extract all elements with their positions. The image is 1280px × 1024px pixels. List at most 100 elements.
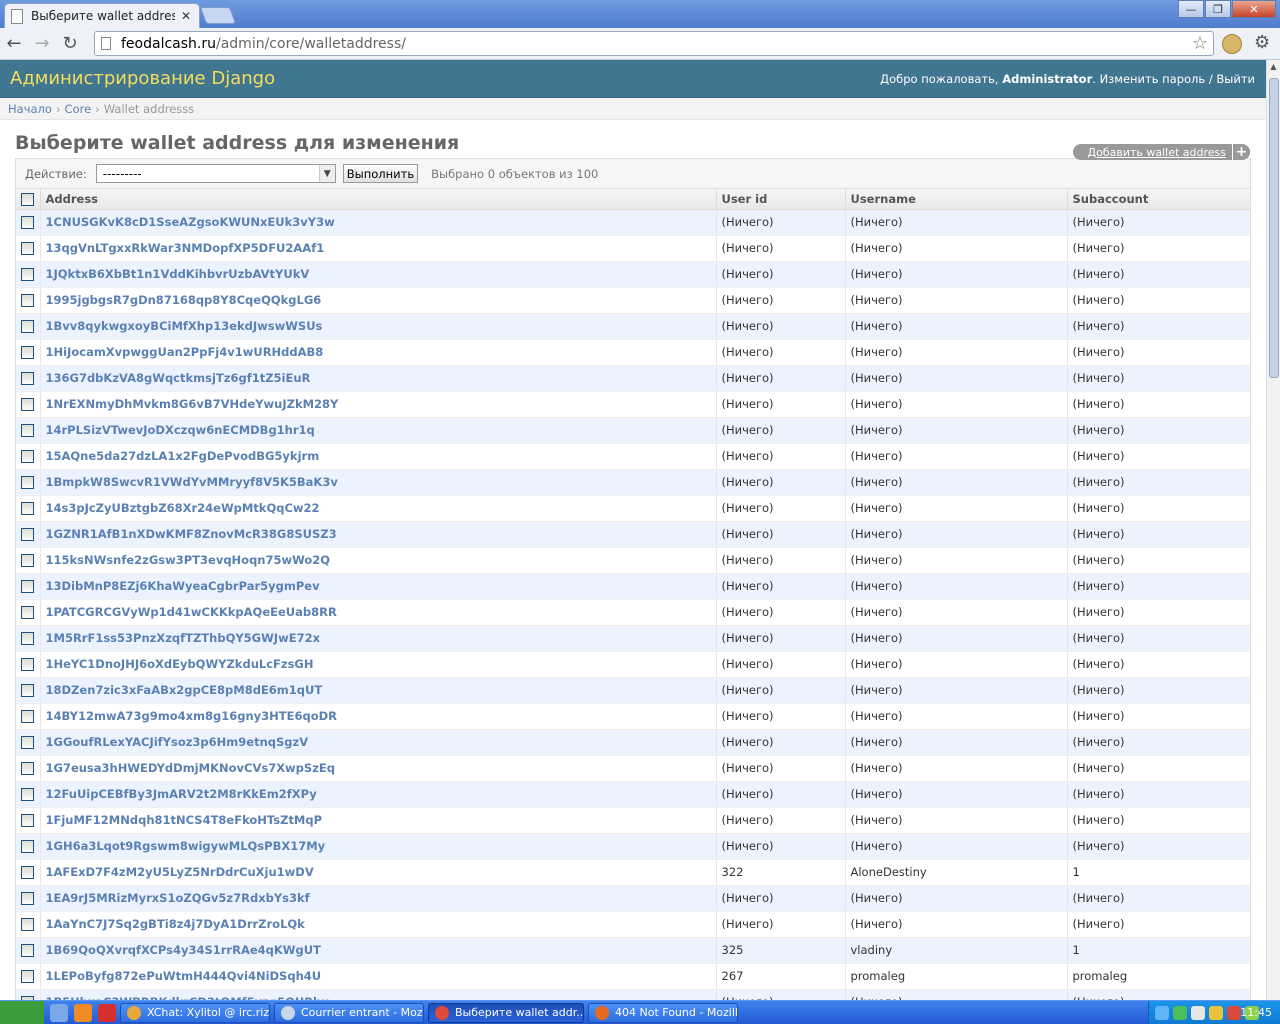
address-link[interactable]: 1BmpkW8SwcvR1VWdYvMMryyf8V5K5BaK3v	[46, 475, 338, 489]
action-select[interactable]: --------- ▼	[95, 164, 336, 183]
minimize-button[interactable]: —	[1178, 0, 1204, 18]
wrench-menu-icon[interactable]: ⚙	[1254, 32, 1270, 53]
address-link[interactable]: 1AaYnC7J7Sq2gBTi8z4j7DyA1DrrZroLQk	[46, 917, 305, 931]
close-red-icon[interactable]	[98, 1003, 116, 1022]
taskbar-item[interactable]: XChat: Xylitol @ irc.riz...	[120, 1002, 270, 1023]
row-checkbox[interactable]	[21, 372, 34, 385]
address-link[interactable]: 1Bvv8qykwgxoyBCiMfXhp13ekdJwswWSUs	[46, 319, 323, 333]
address-link[interactable]: 136G7dbKzVA8gWqctkmsjTz6gf1tZ5iEuR	[46, 371, 311, 385]
row-checkbox[interactable]	[21, 606, 34, 619]
row-checkbox[interactable]	[21, 528, 34, 541]
close-window-button[interactable]: ✕	[1232, 0, 1276, 18]
address-link[interactable]: 14rPLSizVTwevJoDXczqw6nECMDBg1hr1q	[46, 423, 315, 437]
address-link[interactable]: 14BY12mwA73g9mo4xm8g16gny3HTE6qoDR	[46, 709, 338, 723]
scroll-up-icon[interactable]: ▲	[1267, 60, 1280, 74]
start-button[interactable]	[0, 1000, 44, 1024]
row-checkbox[interactable]	[21, 268, 34, 281]
row-checkbox[interactable]	[21, 658, 34, 671]
row-checkbox[interactable]	[21, 476, 34, 489]
address-link[interactable]: 1G7eusa3hHWEDYdDmjMKNovCVs7XwpSzEq	[46, 761, 335, 775]
address-link[interactable]: 1EA9rJ5MRizMyrxS1oZQGv5z7RdxbYs3kf	[46, 891, 310, 905]
address-link[interactable]: 13qgVnLTgxxRkWar3NMDopfXP5DFU2AAf1	[46, 241, 325, 255]
row-checkbox[interactable]	[21, 762, 34, 775]
tray-icon[interactable]	[1209, 1006, 1223, 1020]
extension-icon[interactable]	[1222, 34, 1242, 54]
address-link[interactable]: 1M5RrF1ss53PnzXzqfTZThbQY5GWJwE72x	[46, 631, 320, 645]
tray-icon[interactable]	[1191, 1006, 1205, 1020]
row-checkbox[interactable]	[21, 580, 34, 593]
address-link[interactable]: 1FjuMF12MNdqh81tNCS4T8eFkoHTsZtMqP	[46, 813, 323, 827]
logout-link[interactable]: Выйти	[1216, 72, 1255, 86]
address-link[interactable]: 1JQktxB6XbBt1n1VddKihbvrUzbAVtYUkV	[46, 267, 310, 281]
tray-icon[interactable]	[1227, 1006, 1241, 1020]
address-link[interactable]: 1GZNR1AfB1nXDwKMF8ZnovMcR38G8SUSZ3	[46, 527, 337, 541]
row-checkbox[interactable]	[21, 450, 34, 463]
row-checkbox[interactable]	[21, 970, 34, 983]
go-button[interactable]: Выполнить	[342, 164, 419, 183]
address-link[interactable]: 115ksNWsnfe2zGsw3PT3evqHoqn75wWo2Q	[46, 553, 331, 567]
row-checkbox[interactable]	[21, 736, 34, 749]
row-checkbox[interactable]	[21, 944, 34, 957]
address-link[interactable]: 1LEPoByfg872ePuWtmH444Qvi4NiDSqh4U	[46, 969, 322, 983]
taskbar-item-active[interactable]: Выберите wallet addr...	[428, 1002, 584, 1023]
address-bar[interactable]: feodalcash.ru/admin/core/walletaddress/ …	[94, 31, 1214, 56]
row-checkbox[interactable]	[21, 242, 34, 255]
address-link[interactable]: 1HiJocamXvpwggUan2PpFj4v1wURHddAB8	[46, 345, 324, 359]
row-checkbox[interactable]	[21, 892, 34, 905]
browser-tab-active[interactable]: Выберите wallet address дл ✕	[4, 3, 200, 28]
scrollbar-thumb[interactable]	[1269, 78, 1279, 378]
back-arrow-icon[interactable]: ←	[0, 30, 28, 58]
maximize-button[interactable]: ❐	[1205, 0, 1231, 18]
vlc-icon[interactable]	[74, 1003, 92, 1022]
address-link[interactable]: 14s3pJcZyUBztgbZ68Xr24eWpMtkQqCw22	[46, 501, 320, 515]
address-link[interactable]: 1995jgbgsR7gDn87168qp8Y8CqeQQkgLG6	[46, 293, 322, 307]
row-checkbox[interactable]	[21, 424, 34, 437]
row-checkbox[interactable]	[21, 814, 34, 827]
row-checkbox[interactable]	[21, 502, 34, 515]
tray-icon[interactable]	[1173, 1006, 1187, 1020]
add-wallet-address-button[interactable]: Добавить wallet address +	[1073, 144, 1250, 160]
row-checkbox[interactable]	[21, 398, 34, 411]
vertical-scrollbar[interactable]: ▲	[1266, 60, 1280, 1000]
row-checkbox[interactable]	[21, 710, 34, 723]
forward-arrow-icon[interactable]: →	[28, 30, 56, 58]
address-link[interactable]: 1CNUSGKvK8cD1SseAZgsoKWUNxEUk3vY3w	[46, 215, 335, 229]
address-link[interactable]: 15AQne5da27dzLA1x2FgDePvodBG5ykjrm	[46, 449, 320, 463]
taskbar-item[interactable]: 404 Not Found - Mozill...	[588, 1002, 738, 1023]
column-header-username[interactable]: Username	[844, 189, 1067, 210]
column-header-address[interactable]: Address	[39, 189, 716, 210]
address-link[interactable]: 1NrEXNmyDhMvkm8G6vB7VHdeYwuJZkM28Y	[46, 397, 339, 411]
row-checkbox[interactable]	[21, 866, 34, 879]
address-link[interactable]: 13DibMnP8EZj6KhaWyeaCgbrPar5ygmPev	[46, 579, 320, 593]
taskbar-item[interactable]: Courrier entrant - Moz...	[274, 1002, 424, 1023]
column-header-subaccount[interactable]: Subaccount	[1066, 189, 1250, 210]
new-tab-button[interactable]	[199, 7, 237, 24]
row-checkbox[interactable]	[21, 554, 34, 567]
row-checkbox[interactable]	[21, 840, 34, 853]
address-link[interactable]: 1AFExD7F4zM2yU5LyZ5NrDdrCuXju1wDV	[46, 865, 314, 879]
row-checkbox[interactable]	[21, 294, 34, 307]
address-link[interactable]: 12FuUipCEBfBy3JmARV2t2M8rKkEm2fXPy	[46, 787, 317, 801]
tray-icon[interactable]	[1155, 1006, 1169, 1020]
address-link[interactable]: 1B69QoQXvrqfXCPs4y34S1rrRAe4qKWgUT	[46, 943, 321, 957]
address-link[interactable]: 1GGoufRLexYACJifYsoz3p6Hm9etnqSgzV	[46, 735, 309, 749]
row-checkbox[interactable]	[21, 346, 34, 359]
row-checkbox[interactable]	[21, 632, 34, 645]
row-checkbox[interactable]	[21, 684, 34, 697]
select-all-checkbox[interactable]	[21, 192, 34, 206]
breadcrumb-app[interactable]: Core	[65, 102, 92, 116]
bookmark-star-icon[interactable]: ☆	[1192, 33, 1208, 54]
row-checkbox[interactable]	[21, 216, 34, 229]
address-link[interactable]: 18DZen7zic3xFaABx2gpCE8pM8dE6m1qUT	[46, 683, 323, 697]
quicklaunch-icon[interactable]	[50, 1003, 68, 1022]
address-link[interactable]: 1PATCGRCGVyWp1d41wCKKkpAQeEeUab8RR	[46, 605, 337, 619]
change-password-link[interactable]: Изменить пароль	[1100, 72, 1206, 86]
tab-close-icon[interactable]: ✕	[179, 9, 193, 23]
column-header-user-id[interactable]: User id	[715, 189, 845, 210]
address-link[interactable]: 1HeYC1DnoJHJ6oXdEybQWYZkduLcFzsGH	[46, 657, 314, 671]
row-checkbox[interactable]	[21, 788, 34, 801]
address-link[interactable]: 1GH6a3Lqot9Rgswm8wigywMLQsPBX17My	[46, 839, 326, 853]
row-checkbox[interactable]	[21, 320, 34, 333]
row-checkbox[interactable]	[21, 918, 34, 931]
reload-icon[interactable]: ↻	[56, 30, 84, 58]
